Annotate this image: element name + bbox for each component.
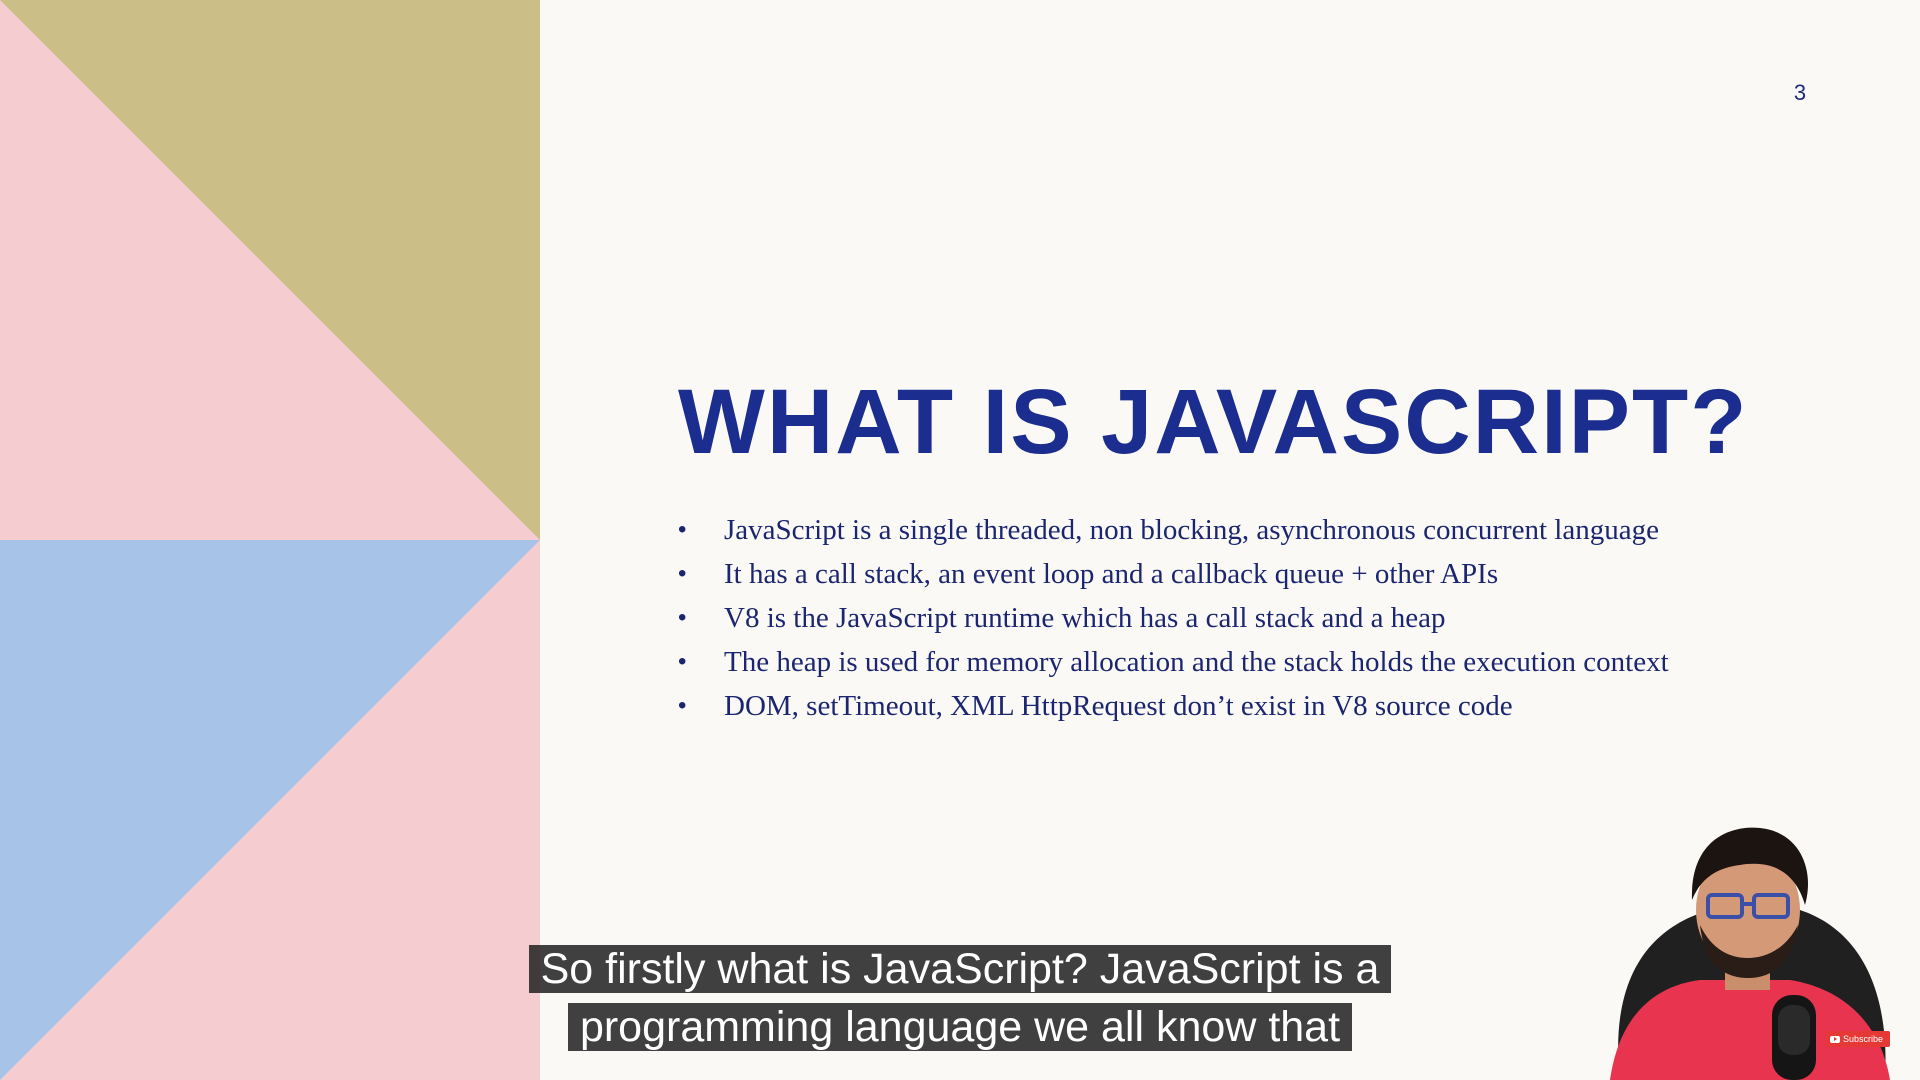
caption-line-2: programming language we all know that [567, 1003, 1353, 1051]
bullet-icon: • [678, 604, 687, 631]
list-item: • It has a call stack, an event loop and… [678, 556, 1678, 592]
slide-number: 3 [1793, 80, 1807, 105]
bullet-icon: • [678, 560, 687, 587]
bullet-list: • JavaScript is a single threaded, non b… [678, 512, 1678, 732]
list-item: • V8 is the JavaScript runtime which has… [678, 600, 1678, 636]
bullet-text: JavaScript is a single threaded, non blo… [724, 514, 1659, 546]
video-caption: So firstly what is JavaScript? JavaScrip… [0, 940, 1920, 1056]
bullet-icon: • [678, 648, 687, 675]
bullet-icon: • [678, 516, 687, 543]
caption-line-1: So firstly what is JavaScript? JavaScrip… [528, 945, 1392, 993]
list-item: • JavaScript is a single threaded, non b… [678, 512, 1678, 548]
bullet-icon: • [678, 692, 687, 719]
list-item: • The heap is used for memory allocation… [678, 644, 1678, 680]
slide-title: WHAT IS JAVASCRIPT? [678, 371, 1749, 473]
bullet-text: It has a call stack, an event loop and a… [724, 558, 1499, 590]
bullet-text: V8 is the JavaScript runtime which has a… [724, 602, 1446, 634]
bullet-text: DOM, setTimeout, XML HttpRequest don’t e… [724, 690, 1513, 722]
bullet-text: The heap is used for memory allocation a… [724, 646, 1669, 678]
decorative-geometric-panel [0, 0, 540, 1080]
list-item: • DOM, setTimeout, XML HttpRequest don’t… [678, 688, 1678, 724]
